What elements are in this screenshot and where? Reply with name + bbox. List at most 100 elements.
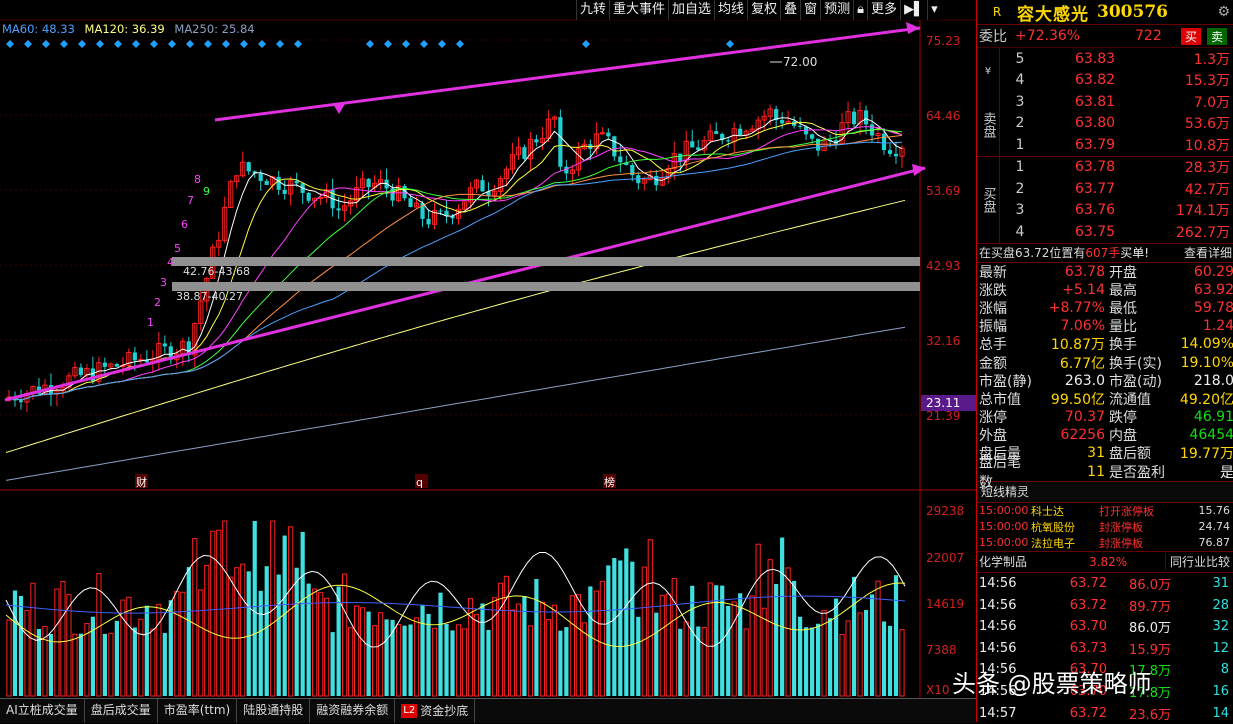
volume-bar	[881, 621, 887, 696]
tick-volume: 89.7万	[1129, 599, 1171, 615]
toolbar-overlay[interactable]: 叠	[780, 0, 800, 20]
volume-bar	[833, 598, 839, 696]
candle-body	[282, 189, 287, 194]
volume-bar	[228, 576, 234, 697]
volume-bar	[450, 630, 455, 696]
collapse-arrow-icon[interactable]: ▶▌	[900, 0, 927, 20]
order-volume: 53.6万	[1184, 116, 1230, 133]
tick-volume: 23.6万	[1129, 707, 1171, 723]
tick-list: 14:56 63.72 86.0万 31 14:56 63.72 89.7万 28 14:56 6…	[977, 573, 1233, 724]
volume-ma5-line	[5, 552, 906, 648]
toolbar-moving-average[interactable]: 均线	[714, 0, 747, 20]
volume-bar	[282, 535, 287, 696]
volume-bar	[539, 601, 546, 697]
toolbar-more[interactable]: 更多	[867, 0, 900, 20]
tab-pe-ttm[interactable]: 市盈率(ttm)	[158, 699, 238, 723]
candle-body	[132, 352, 137, 361]
toolbar-window[interactable]: 窗	[800, 0, 820, 20]
sell-button[interactable]: 卖	[1207, 27, 1228, 45]
price-tick-label: 32.16	[926, 334, 960, 348]
candle-body	[426, 218, 431, 225]
volume-bar	[455, 624, 462, 697]
buy-button[interactable]: 买	[1181, 27, 1202, 45]
volume-bar	[371, 625, 378, 697]
buy-order-row[interactable]: 4 63.75 262.7万	[1000, 221, 1233, 243]
volume-bar	[395, 624, 402, 697]
stat-value: 218.0	[1193, 372, 1233, 389]
tab-northbound-holdings[interactable]: 陆股通持股	[237, 699, 311, 723]
toolbar-restore-rights[interactable]: 复权	[747, 0, 780, 20]
volume-bar	[108, 632, 114, 697]
volume-bar	[120, 599, 126, 697]
event-mark-label: q	[416, 476, 423, 489]
industry-compare-link[interactable]: 同行业比较	[1164, 553, 1233, 571]
volume-bar	[647, 539, 653, 697]
nine-turn-count: 7	[187, 194, 194, 207]
toolbar-major-events[interactable]: 重大事件	[609, 0, 668, 20]
lower-channel-arrow-icon	[912, 164, 926, 176]
sprite-row[interactable]: 15:00:00 法拉电子 封涨停板 76.87	[977, 535, 1233, 551]
price-tick-label: 21.39	[926, 409, 960, 423]
signal-diamond-icon	[294, 40, 302, 48]
candle-body	[780, 120, 785, 124]
volume-bar	[618, 560, 623, 696]
volume-bar	[150, 628, 156, 697]
sell-side-text: 卖盘	[980, 111, 996, 138]
signal-diamond-icon	[384, 40, 392, 48]
candle-body	[881, 133, 887, 151]
buy-order-row[interactable]: 3 63.76 174.1万	[1000, 200, 1233, 222]
ma60-line	[8, 141, 903, 401]
lock-icon[interactable]: 🔒︎	[853, 0, 867, 20]
signal-diamond-icon	[456, 40, 464, 48]
candle-body	[18, 400, 24, 403]
volume-bar	[138, 618, 144, 697]
gear-icon[interactable]: ⚙	[1217, 4, 1230, 20]
sprite-title[interactable]: 短线精灵	[977, 483, 1029, 500]
sell-order-row[interactable]: 4 63.82 15.3万	[1000, 70, 1233, 92]
buy-order-row[interactable]: 1 63.78 28.3万	[1000, 157, 1233, 179]
volume-bar	[180, 591, 186, 697]
volume-bar	[887, 625, 893, 696]
sprite-row[interactable]: 15:00:00 杭氧股份 封涨停板 24.74	[977, 519, 1233, 535]
kline-chart-canvas[interactable]: 75.23 64.46 53.69 42.93 32.16 21.3923.11 29238…	[0, 0, 976, 722]
stat-value: 10.87万	[1050, 337, 1105, 354]
tick-count: 14	[1212, 705, 1229, 721]
sell-order-row[interactable]: 1 63.79 10.8万	[1000, 134, 1233, 156]
nine-turn-count: 8	[194, 173, 201, 186]
sprite-event: 封涨停板	[1099, 520, 1143, 534]
sell-order-row[interactable]: 5 63.83 1.3万	[1000, 48, 1233, 70]
volume-bar	[509, 609, 516, 697]
volume-bar	[318, 592, 324, 697]
toolbar-add-watchlist[interactable]: 加自选	[668, 0, 714, 20]
view-details-link[interactable]: 查看详细	[1184, 244, 1233, 261]
signal-diamond-icon	[114, 40, 122, 48]
candle-body	[438, 210, 443, 212]
sell-order-row[interactable]: 3 63.81 7.0万	[1000, 91, 1233, 113]
volume-bar	[743, 628, 749, 697]
tab-ai-volume[interactable]: AI立桩成交量	[0, 699, 85, 723]
stat-label: 最低	[1109, 300, 1137, 317]
kline-chart-area[interactable]: 75.23 64.46 53.69 42.93 32.16 21.39 23.11 29238…	[0, 0, 976, 723]
volume-bar	[473, 614, 480, 697]
tab-after-hours-volume[interactable]: 盘后成交量	[85, 699, 158, 723]
volume-bar	[72, 633, 78, 697]
stat-label: 盘后额	[1109, 446, 1151, 463]
toolbar-forecast[interactable]: 预测	[820, 0, 853, 20]
sell-order-row[interactable]: 2 63.80 53.6万	[1000, 113, 1233, 135]
volume-bar	[503, 575, 510, 697]
support-band-1-label: 42.76-43.68	[183, 265, 250, 278]
buy-order-row[interactable]: 2 63.77 42.7万	[1000, 178, 1233, 200]
sprite-row[interactable]: 15:00:00 科士达 打开涨停板 15.76	[977, 503, 1233, 519]
dropdown-arrow-icon[interactable]: ▾	[927, 0, 941, 20]
volume-bar	[869, 594, 875, 696]
order-volume: 42.7万	[1184, 181, 1230, 198]
current-price-tag: 23.11	[926, 396, 960, 410]
order-price: 63.79	[1074, 136, 1116, 153]
sprite-time: 15:00:00	[979, 504, 1029, 518]
toolbar-nine-turn[interactable]: 九转	[576, 0, 609, 20]
stat-value: 62256	[1060, 427, 1105, 444]
tab-margin-balance[interactable]: 融资融券余额	[310, 699, 396, 723]
volume-bar	[515, 603, 522, 697]
volume-bar	[78, 633, 84, 696]
tab-capital-bottom[interactable]: L2 资金抄底	[395, 699, 476, 723]
